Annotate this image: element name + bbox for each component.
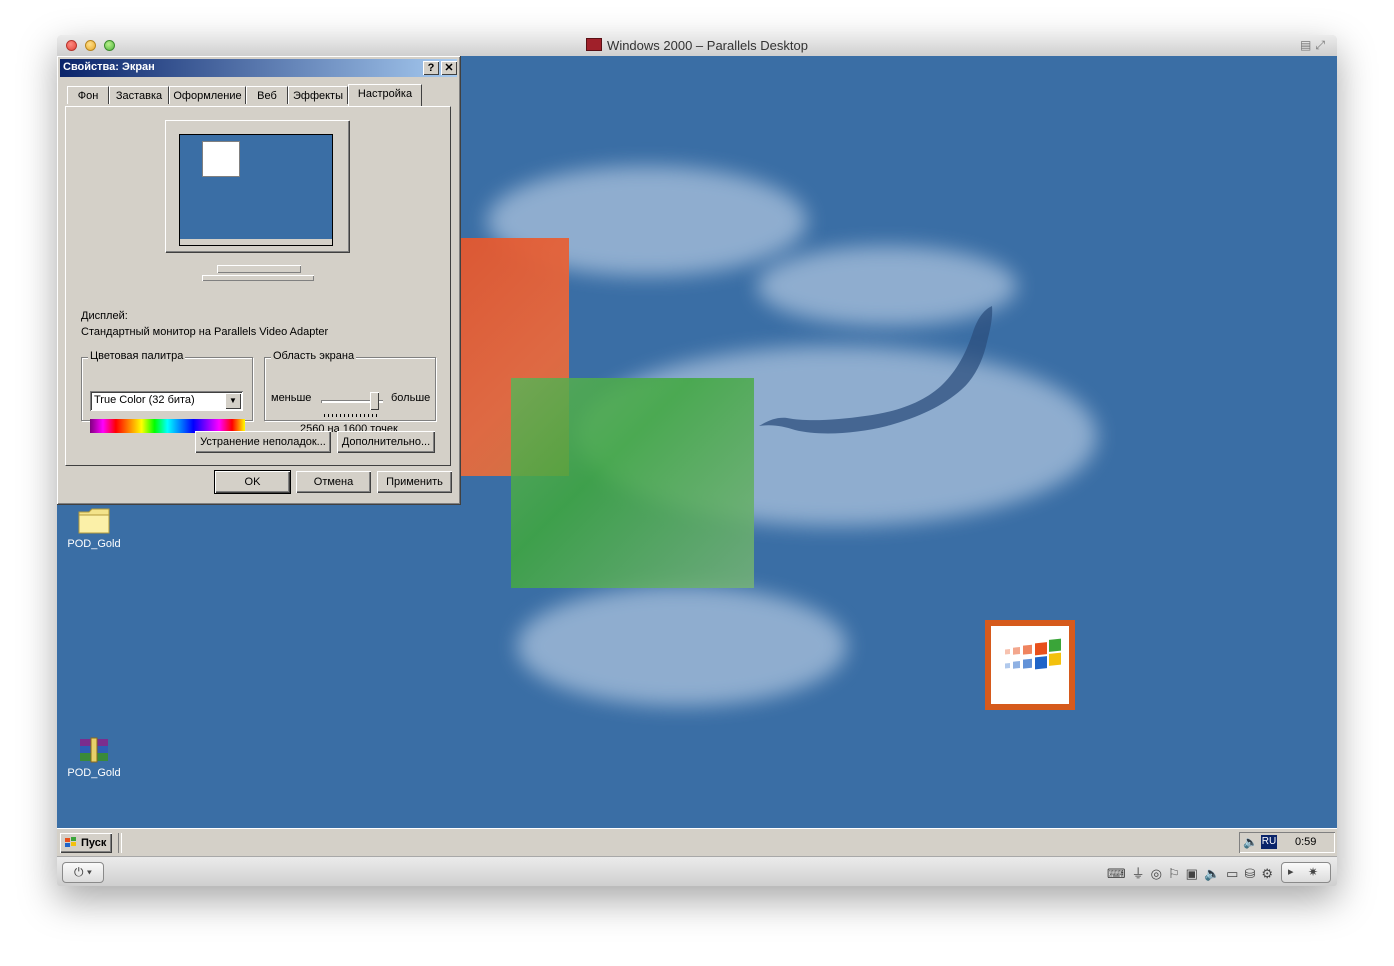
window-mode-icons[interactable]: ▤⤢: [1300, 38, 1329, 53]
display-value: Стандартный монитор на Parallels Video A…: [81, 326, 329, 338]
color-palette-caption: Цветовая палитра: [88, 350, 186, 362]
play-icon[interactable]: ▸: [1288, 863, 1294, 882]
display-properties-dialog: Свойства: Экран ? ✕ Фон Заставка Оформле…: [57, 56, 461, 505]
window-title-text: Windows 2000 – Parallels Desktop: [607, 38, 808, 53]
windows-logo-icon: [985, 620, 1075, 710]
windows-flag-icon: [1005, 638, 1061, 670]
color-palette-group: Цветовая палитра: [81, 350, 253, 421]
parallels-tools-icon[interactable]: ⚙: [1261, 866, 1279, 881]
fullscreen-icon[interactable]: ⤢: [1315, 38, 1329, 52]
monitor-stand: [217, 265, 301, 273]
chevron-down-icon[interactable]: ▼: [225, 393, 241, 409]
wallpaper-diver-silhouette: [759, 306, 993, 434]
tab-screensaver[interactable]: Заставка: [109, 86, 169, 104]
windows-taskbar: Пуск 🔈 RU 0:59: [57, 828, 1337, 856]
screen-area-group: Область экрана: [264, 350, 436, 421]
desktop-icon-archive[interactable]: POD_Gold: [57, 737, 134, 779]
preview-mini-window: [202, 141, 240, 177]
system-tray: 🔈 RU 0:59: [1239, 832, 1335, 853]
wallpaper-green-square: [511, 378, 754, 588]
help-button[interactable]: ?: [423, 61, 439, 75]
gear-icon[interactable]: ✷: [1308, 863, 1318, 882]
start-label: Пуск: [81, 837, 107, 849]
dialog-titlebar[interactable]: Свойства: Экран ? ✕: [60, 59, 457, 77]
close-button[interactable]: ✕: [441, 61, 457, 75]
floppy-icon[interactable]: ▣: [1186, 866, 1204, 881]
parallels-window: Windows 2000 – Parallels Desktop ▤⤢ POD_…: [57, 35, 1337, 886]
screen-area-caption: Область экрана: [271, 350, 357, 362]
ok-button[interactable]: OK: [214, 470, 291, 494]
network-icon[interactable]: ⚐: [1168, 866, 1186, 881]
desktop-icon-label: POD_Gold: [67, 538, 121, 550]
tab-effects[interactable]: Эффекты: [288, 86, 348, 104]
monitor-preview-screen: [179, 134, 333, 246]
device-icons: ⌨⏚◎⚐▣🔈▭⛁⚙: [1107, 863, 1279, 882]
monitor-base: [202, 275, 314, 281]
language-indicator[interactable]: RU: [1261, 835, 1277, 849]
color-palette-select[interactable]: True Color (32 бита) ▼: [90, 391, 243, 411]
color-palette-value: True Color (32 бита): [94, 394, 195, 406]
vm-screen-icon: [586, 38, 603, 51]
tab-settings[interactable]: Настройка: [348, 84, 422, 106]
sound-icon[interactable]: 🔈: [1204, 866, 1226, 881]
desktop-icon-label: POD_Gold: [67, 767, 121, 779]
wallpaper-cloud: [517, 586, 847, 706]
tab-background[interactable]: Фон: [67, 86, 109, 104]
usb-icon[interactable]: ⏚: [1132, 866, 1151, 881]
troubleshoot-button[interactable]: Устранение неполадок...: [195, 431, 331, 453]
desktop-icon-folder[interactable]: POD_Gold: [57, 508, 134, 550]
windows-desktop: POD_Gold POD_Gold Свойства: Экран ? ✕ Фо…: [57, 56, 1337, 828]
resolution-slider-thumb[interactable]: [370, 392, 379, 410]
tab-appearance[interactable]: Оформление: [169, 86, 246, 104]
slider-ticks: [324, 414, 380, 417]
cancel-button[interactable]: Отмена: [296, 471, 371, 493]
taskbar-separator: [118, 833, 122, 853]
apply-button[interactable]: Применить: [377, 471, 452, 493]
slider-more-label: больше: [391, 392, 431, 404]
coherence-icon[interactable]: ▤: [1300, 38, 1315, 52]
keyboard-icon[interactable]: ⌨: [1107, 866, 1132, 881]
toolbar-right-buttons: ▸ ✷: [1281, 862, 1331, 883]
mac-titlebar[interactable]: Windows 2000 – Parallels Desktop ▤⤢: [57, 35, 1337, 57]
winrar-archive-icon: [80, 737, 108, 763]
tab-web[interactable]: Веб: [246, 86, 288, 104]
power-icon: ⏻: [74, 865, 84, 879]
power-menu-button[interactable]: ⏻ ▾: [62, 862, 104, 883]
windows-flag-icon: [65, 837, 76, 847]
cd-icon[interactable]: ◎: [1151, 866, 1168, 881]
volume-icon[interactable]: 🔈: [1243, 835, 1258, 849]
tray-clock[interactable]: 0:59: [1295, 836, 1316, 848]
slider-less-label: меньше: [271, 392, 312, 404]
shared-folder-icon[interactable]: ⛁: [1244, 866, 1261, 881]
window-title: Windows 2000 – Parallels Desktop: [57, 38, 1337, 53]
dialog-title: Свойства: Экран: [63, 61, 155, 73]
start-button[interactable]: Пуск: [60, 833, 112, 853]
preview-mini-taskbar: [180, 239, 332, 245]
folder-icon: [78, 508, 110, 534]
parallels-status-bar: ⏻ ▾ ⌨⏚◎⚐▣🔈▭⛁⚙ ▸ ✷: [57, 856, 1337, 886]
hard-disk-icon[interactable]: ▭: [1226, 866, 1244, 881]
chevron-down-icon: ▾: [86, 865, 92, 879]
monitor-preview: [165, 120, 349, 252]
advanced-button[interactable]: Дополнительно...: [337, 431, 435, 453]
display-label: Дисплей:: [81, 310, 128, 322]
